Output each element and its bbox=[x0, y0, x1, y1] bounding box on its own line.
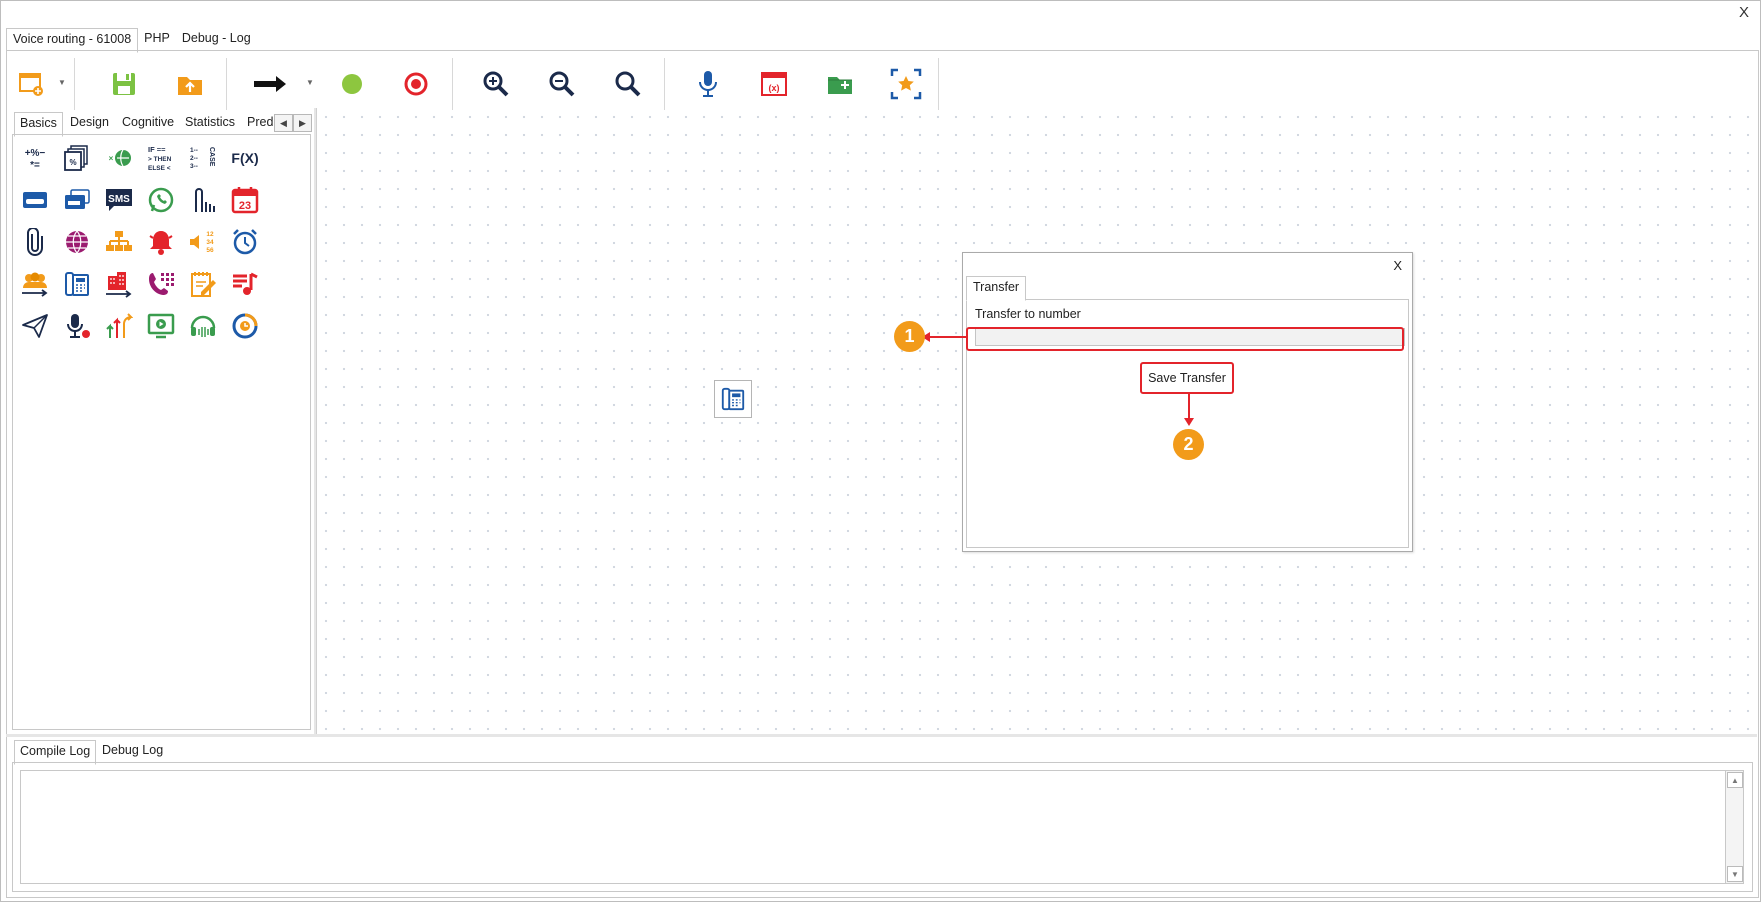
svg-text:3--: 3-- bbox=[190, 163, 198, 170]
svg-text:(x): (x) bbox=[769, 83, 780, 93]
headset-icon[interactable] bbox=[186, 309, 220, 343]
toolbar-separator bbox=[226, 58, 227, 110]
new-flow-dropdown-icon[interactable]: ▼ bbox=[58, 78, 66, 87]
send-icon[interactable] bbox=[18, 309, 52, 343]
speaker-numbers-icon[interactable]: 12 34 56 bbox=[186, 225, 220, 259]
svg-text:%: % bbox=[69, 158, 76, 167]
if-then-else-icon[interactable]: IF == > THEN ELSE < bbox=[144, 141, 178, 175]
hierarchy-icon[interactable] bbox=[102, 225, 136, 259]
cards-stack-icon[interactable] bbox=[60, 183, 94, 217]
screen-play-icon[interactable] bbox=[144, 309, 178, 343]
tab-debug-log-bottom[interactable]: Debug Log bbox=[102, 740, 163, 763]
log-scrollbar[interactable]: ▲ ▼ bbox=[1725, 770, 1744, 884]
save-transfer-button[interactable]: Save Transfer bbox=[1140, 362, 1234, 394]
svg-text:CASE: CASE bbox=[208, 147, 215, 167]
svg-text:IF ==: IF == bbox=[148, 145, 166, 154]
music-playlist-icon[interactable] bbox=[228, 267, 262, 301]
dialog-body: Transfer to number bbox=[966, 299, 1409, 548]
sms-label: SMS bbox=[108, 194, 130, 205]
scroll-down-icon[interactable]: ▼ bbox=[1727, 866, 1743, 882]
zoom-fit-icon[interactable] bbox=[608, 64, 648, 104]
desk-phone-icon[interactable] bbox=[60, 267, 94, 301]
annotation-badge-2: 2 bbox=[1173, 429, 1204, 460]
sync-circle-icon[interactable] bbox=[228, 309, 262, 343]
notepad-edit-icon[interactable] bbox=[186, 267, 220, 301]
scroll-left-icon[interactable]: ◀ bbox=[274, 114, 293, 132]
green-circle-icon[interactable] bbox=[332, 64, 372, 104]
palette-panel bbox=[12, 134, 311, 730]
toolbar: ▼ ▼ (x) bbox=[10, 58, 940, 110]
new-flow-icon[interactable] bbox=[12, 64, 52, 104]
annotation-badge-1: 1 bbox=[894, 321, 925, 352]
bell-icon[interactable] bbox=[144, 225, 178, 259]
tab-debug-log[interactable]: Debug - Log bbox=[176, 28, 257, 51]
palette-tab-cognitive[interactable]: Cognitive bbox=[122, 112, 174, 135]
dialpad-icon[interactable] bbox=[144, 267, 178, 301]
building-transfer-icon[interactable] bbox=[102, 267, 136, 301]
toolbar-separator bbox=[664, 58, 665, 110]
global-variable-icon[interactable]: × bbox=[102, 141, 136, 175]
svg-text:*=: *= bbox=[30, 160, 40, 171]
palette-tab-scroller: ◀ ▶ bbox=[274, 114, 312, 132]
scroll-right-icon[interactable]: ▶ bbox=[293, 114, 312, 132]
svg-text:12: 12 bbox=[206, 231, 214, 238]
variables-icon[interactable]: (x) bbox=[754, 64, 794, 104]
log-splitter[interactable] bbox=[6, 734, 1757, 737]
calendar-icon[interactable]: 23 bbox=[228, 183, 262, 217]
tab-php[interactable]: PHP bbox=[138, 28, 176, 51]
voice-record-icon[interactable] bbox=[60, 309, 94, 343]
scroll-up-icon[interactable]: ▲ bbox=[1727, 772, 1743, 788]
microphone-icon[interactable] bbox=[688, 64, 728, 104]
svg-text:> THEN: > THEN bbox=[148, 156, 172, 163]
select-area-icon[interactable] bbox=[886, 64, 926, 104]
split-arrows-icon[interactable] bbox=[102, 309, 136, 343]
toolbar-separator bbox=[938, 58, 939, 110]
record-icon[interactable] bbox=[396, 64, 436, 104]
palette-tabs: Basics Design Cognitive Statistics Pred bbox=[12, 112, 312, 137]
percentage-pages-icon[interactable]: % bbox=[60, 141, 94, 175]
arithmetic-icon[interactable]: +%− *= bbox=[18, 141, 52, 175]
arrow-dropdown-icon[interactable]: ▼ bbox=[306, 78, 314, 87]
window-close-button[interactable]: X bbox=[1739, 4, 1749, 21]
svg-text:56: 56 bbox=[206, 247, 214, 254]
transfer-dialog: X Transfer Transfer to number bbox=[962, 252, 1413, 552]
zoom-out-icon[interactable] bbox=[542, 64, 582, 104]
dialog-close-button[interactable]: X bbox=[1393, 258, 1402, 273]
svg-text:34: 34 bbox=[206, 239, 214, 246]
desk-phone-icon bbox=[721, 387, 745, 411]
upload-icon[interactable] bbox=[170, 64, 210, 104]
transfer-node[interactable] bbox=[714, 380, 752, 418]
svg-text:1--: 1-- bbox=[190, 147, 198, 154]
zoom-in-icon[interactable] bbox=[476, 64, 516, 104]
calendar-day: 23 bbox=[239, 200, 251, 212]
group-transfer-icon[interactable] bbox=[18, 267, 52, 301]
transfer-number-label: Transfer to number bbox=[975, 307, 1081, 321]
arrow-right-icon[interactable] bbox=[250, 64, 290, 104]
case-icon[interactable]: 1-- 2-- 3-- CASE bbox=[186, 141, 220, 175]
palette-tab-design[interactable]: Design bbox=[70, 112, 109, 135]
whatsapp-icon[interactable] bbox=[144, 183, 178, 217]
palette-tab-pred[interactable]: Pred bbox=[247, 112, 273, 135]
palette-tab-statistics[interactable]: Statistics bbox=[185, 112, 235, 135]
tab-transfer[interactable]: Transfer bbox=[966, 276, 1027, 301]
document-tabs: Voice routing - 61008 PHP Debug - Log bbox=[6, 28, 257, 53]
add-folder-icon[interactable] bbox=[820, 64, 860, 104]
compile-log-output[interactable] bbox=[20, 770, 1726, 884]
toolbar-separator bbox=[74, 58, 75, 110]
touch-keypad-icon[interactable] bbox=[186, 183, 220, 217]
svg-text:2--: 2-- bbox=[190, 155, 198, 162]
sms-icon[interactable]: SMS bbox=[102, 183, 136, 217]
svg-text:+%−: +%− bbox=[25, 148, 46, 159]
save-icon[interactable] bbox=[104, 64, 144, 104]
svg-text:ELSE <: ELSE < bbox=[148, 165, 171, 172]
card-icon[interactable] bbox=[18, 183, 52, 217]
globe-icon[interactable] bbox=[60, 225, 94, 259]
function-icon[interactable]: F(X) bbox=[228, 141, 262, 175]
attachment-icon[interactable] bbox=[18, 225, 52, 259]
transfer-number-input[interactable] bbox=[975, 328, 1405, 346]
svg-text:×: × bbox=[109, 154, 114, 163]
toolbar-separator bbox=[452, 58, 453, 110]
alarm-clock-icon[interactable] bbox=[228, 225, 262, 259]
